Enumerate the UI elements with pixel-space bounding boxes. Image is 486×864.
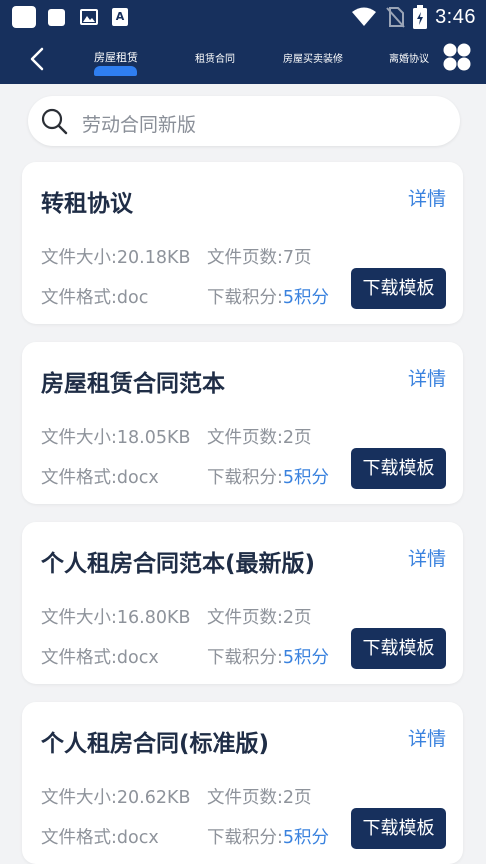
nav-bar: 房屋租赁 租赁合同 房屋买卖装修 离婚协议 [0,34,486,84]
category-grid-icon[interactable] [442,42,472,72]
file-size: 文件大小:20.62KB [41,788,191,808]
app-icon [48,9,65,26]
download-points: 下载积分:5积分 [207,644,329,669]
download-template-button[interactable]: 下载模板 [351,448,446,489]
text-icon: A [112,8,128,26]
status-bar: A 3:46 [0,0,486,34]
detail-link[interactable]: 详情 [408,544,446,571]
file-size: 文件大小:20.18KB [41,248,191,268]
download-template-button[interactable]: 下载模板 [351,808,446,849]
status-time: 3:46 [435,5,476,28]
app-header: A 3:46 房屋租赁 租赁合同 房屋买卖装修 离婚协议 [0,0,486,84]
card-title: 个人租房合同范本(最新版) [41,551,316,577]
points-label: 下载积分: [207,828,283,848]
active-tab-indicator [94,66,137,76]
card-title: 房屋租赁合同范本 [41,371,225,397]
tab-lease-contract[interactable]: 租赁合同 [195,50,235,65]
points-value: 5积分 [282,288,330,308]
template-card: 个人租房合同(标准版) 详情 文件大小:20.62KB 文件页数:2页 文件格式… [22,702,463,864]
tab-house-sale-renovation[interactable]: 房屋买卖装修 [283,50,343,65]
search-icon [41,108,68,135]
download-points: 下载积分:5积分 [207,464,329,489]
points-value: 5积分 [282,648,330,668]
card-title: 个人租房合同(标准版) [41,731,270,757]
status-bar-right: 3:46 [351,4,476,30]
image-icon [80,9,98,25]
download-points: 下载积分:5积分 [207,824,329,849]
back-icon[interactable] [26,47,50,71]
file-size: 文件大小:18.05KB [41,428,191,448]
points-label: 下载积分: [207,288,283,308]
points-value: 5积分 [282,828,330,848]
detail-link[interactable]: 详情 [408,364,446,391]
detail-link[interactable]: 详情 [408,724,446,751]
file-format: 文件格式:docx [41,648,159,668]
file-format: 文件格式:docx [41,468,159,488]
tab-divorce-agreement[interactable]: 离婚协议 [389,50,429,65]
template-card: 转租协议 详情 文件大小:20.18KB 文件页数:7页 文件格式:doc 下载… [22,162,463,324]
battery-icon [413,5,428,29]
download-points: 下载积分:5积分 [207,284,329,309]
file-pages: 文件页数:2页 [207,428,312,448]
tab-house-rental[interactable]: 房屋租赁 [94,49,138,65]
app-icon [12,6,36,28]
file-format: 文件格式:doc [41,288,149,308]
search-bar[interactable]: 劳动合同新版 [28,96,460,146]
wifi-icon [352,7,377,26]
template-card: 房屋租赁合同范本 详情 文件大小:18.05KB 文件页数:2页 文件格式:do… [22,342,463,504]
download-template-button[interactable]: 下载模板 [351,628,446,669]
detail-link[interactable]: 详情 [408,184,446,211]
template-card: 个人租房合同范本(最新版) 详情 文件大小:16.80KB 文件页数:2页 文件… [22,522,463,684]
file-pages: 文件页数:2页 [207,788,312,808]
download-template-button[interactable]: 下载模板 [351,268,446,309]
card-title: 转租协议 [41,191,133,217]
points-label: 下载积分: [207,648,283,668]
file-pages: 文件页数:2页 [207,608,312,628]
file-format: 文件格式:docx [41,828,159,848]
search-placeholder: 劳动合同新版 [82,114,197,136]
file-size: 文件大小:16.80KB [41,608,191,628]
points-label: 下载积分: [207,468,283,488]
file-pages: 文件页数:7页 [207,248,312,268]
points-value: 5积分 [282,468,330,488]
no-sim-icon [386,7,405,28]
